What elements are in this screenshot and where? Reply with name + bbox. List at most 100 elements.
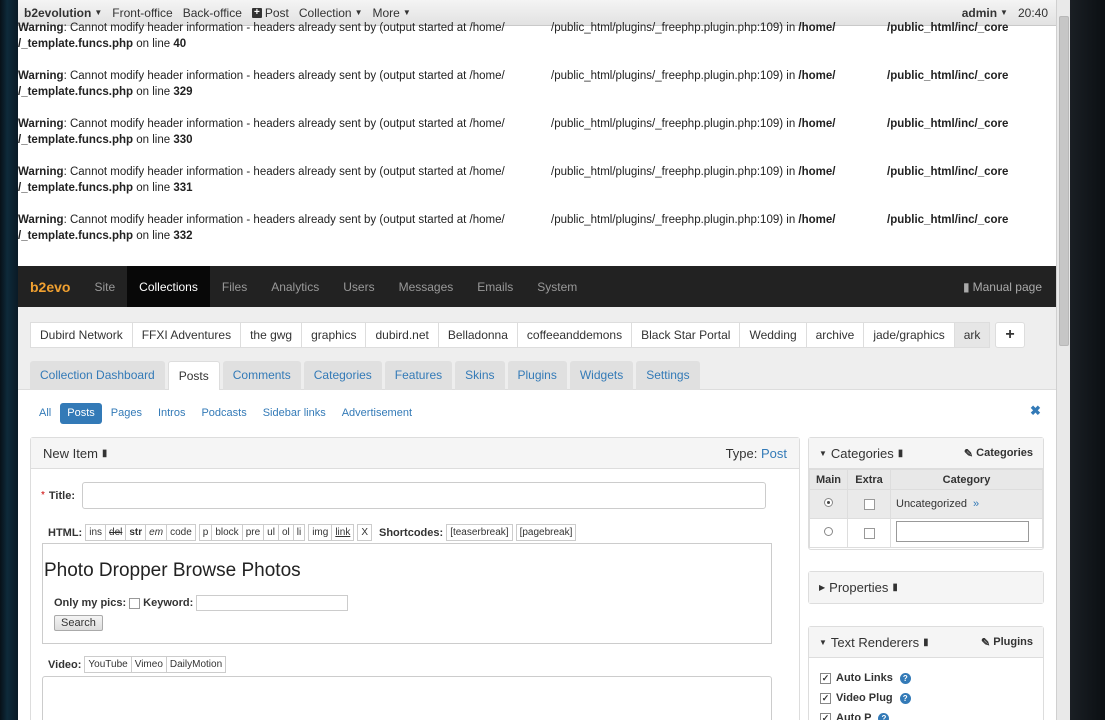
toolbar-collection-menu[interactable]: Collection ▼ [294,6,368,20]
filter-podcasts[interactable]: Podcasts [194,403,253,424]
title-input[interactable] [81,482,766,509]
nav-files[interactable]: Files [210,266,259,307]
content-textarea[interactable] [42,676,772,720]
quicktag-ins[interactable]: ins [85,524,107,541]
collection-tab[interactable]: dubird.net [365,322,439,348]
collection-tab-active[interactable]: ark [953,322,991,348]
keyword-input[interactable] [196,595,349,611]
filter-advertisement[interactable]: Advertisement [335,403,419,424]
tab-skins[interactable]: Skins [455,361,505,390]
collection-tab[interactable]: graphics [301,322,367,348]
filter-posts[interactable]: Posts [60,403,102,424]
tab-comments[interactable]: Comments [222,361,301,390]
properties-panel-header[interactable]: ▶ Properties ▮ [809,572,1043,603]
plugins-link[interactable]: ✎ Plugins [981,636,1033,649]
toolbar-brand-menu[interactable]: b2evolution ▼ [18,6,107,20]
toolbar-front-office[interactable]: Front-office [107,6,177,20]
collection-tab[interactable]: coffeeanddemons [516,322,633,348]
add-collection-button[interactable]: + [995,322,1025,348]
help-icon[interactable]: ? [878,712,890,720]
toolbar-post[interactable]: + Post [247,6,294,20]
book-icon[interactable]: ▮ [923,637,929,648]
main-category-radio[interactable] [824,527,833,536]
nav-site[interactable]: Site [82,266,127,307]
shortcode-pagebreak[interactable]: [pagebreak] [515,524,577,541]
nav-emails[interactable]: Emails [465,266,525,307]
quicktag-em[interactable]: em [145,524,168,541]
manual-page-link[interactable]: ▮ Manual page [963,266,1056,307]
help-icon[interactable]: ? [899,692,911,704]
quicktag-link[interactable]: link [331,524,355,541]
nav-messages[interactable]: Messages [387,266,466,307]
quicktag-p[interactable]: p [198,524,213,541]
extra-category-checkbox[interactable] [863,527,875,539]
renderer-checkbox[interactable]: ✓ [820,712,831,720]
filter-sidebar-links[interactable]: Sidebar links [256,403,333,424]
categories-panel-header[interactable]: ▼ Categories ▮ ✎ Categories [809,438,1043,469]
browser-window: b2evolution ▼ Front-office Back-office + P… [18,0,1056,720]
text-renderers-panel-header[interactable]: ▼ Text Renderers ▮ ✎ Plugins [809,627,1043,658]
help-icon[interactable]: ? [899,672,911,684]
collection-tab[interactable]: the gwg [240,322,303,348]
tab-categories[interactable]: Categories [303,361,382,390]
tab-posts[interactable]: Posts [167,361,220,390]
nav-collections[interactable]: Collections [127,266,210,307]
photo-dropper-box: Photo Dropper Browse Photos Only my pics… [42,543,772,644]
quicktag-block[interactable]: block [211,524,243,541]
only-my-pics-checkbox[interactable] [129,597,141,609]
tab-settings[interactable]: Settings [636,361,700,390]
quicktag-pre[interactable]: pre [241,524,265,541]
properties-panel: ▶ Properties ▮ [808,571,1044,604]
search-button[interactable]: Search [54,615,103,631]
collection-tab[interactable]: archive [805,322,865,348]
quicktag-close[interactable]: X [357,524,372,541]
nav-users[interactable]: Users [331,266,386,307]
video-dailymotion-button[interactable]: DailyMotion [165,656,227,673]
close-icon[interactable]: ✖ [1030,403,1041,419]
quicktag-del[interactable]: del [105,524,127,541]
toolbar-user-menu[interactable]: admin ▼ [957,6,1013,20]
tab-collection-dashboard[interactable]: Collection Dashboard [30,361,165,390]
tab-plugins[interactable]: Plugins [507,361,567,390]
warning-message: Warning: Cannot modify header informatio… [18,166,1009,194]
renderer-checkbox[interactable]: ✓ [820,692,831,704]
main-category-radio[interactable] [824,498,833,507]
collection-tab[interactable]: Wedding [739,322,807,348]
collection-tab[interactable]: FFXI Adventures [131,322,242,348]
book-icon[interactable]: ▮ [898,448,904,459]
toolbar-more-menu[interactable]: More ▼ [368,6,416,20]
tab-features[interactable]: Features [384,361,453,390]
collection-tab[interactable]: jade/graphics [863,322,955,348]
extra-category-checkbox[interactable] [863,498,875,510]
renderer-checkbox[interactable]: ✓ [820,672,831,684]
collection-tab[interactable]: Belladonna [437,322,518,348]
filter-all[interactable]: All [32,403,58,424]
quicktag-str[interactable]: str [125,524,147,541]
filter-pages[interactable]: Pages [104,403,149,424]
collection-tab[interactable]: Dubird Network [30,322,133,348]
nav-system[interactable]: System [525,266,589,307]
page-scrollbar[interactable] [1056,0,1070,720]
book-icon[interactable]: ▮ [892,582,898,593]
scrollbar-thumb[interactable] [1059,16,1069,346]
filter-intros[interactable]: Intros [151,403,193,424]
nav-analytics[interactable]: Analytics [259,266,331,307]
shortcode-teaserbreak[interactable]: [teaserbreak] [446,524,513,541]
b2evo-logo[interactable]: b2evo [18,266,82,307]
quicktag-img[interactable]: img [308,524,333,541]
quicktag-li[interactable]: li [292,524,306,541]
collection-tab[interactable]: Black Star Portal [631,322,741,348]
video-youtube-button[interactable]: YouTube [84,656,132,673]
quicktag-ol[interactable]: ol [277,524,294,541]
quicktag-code[interactable]: code [166,524,196,541]
book-icon[interactable]: ▮ [102,448,108,459]
new-category-input[interactable] [896,521,1029,542]
toolbar-back-office[interactable]: Back-office [178,6,247,20]
tab-widgets[interactable]: Widgets [569,361,634,390]
item-type-link[interactable]: Post [761,446,787,461]
category-arrow-link[interactable]: » [973,498,979,510]
renderer-item: ✓ Auto Links? [809,668,1043,688]
quicktag-ul[interactable]: ul [263,524,279,541]
categories-link[interactable]: ✎ Categories [964,447,1033,460]
video-vimeo-button[interactable]: Vimeo [130,656,167,673]
